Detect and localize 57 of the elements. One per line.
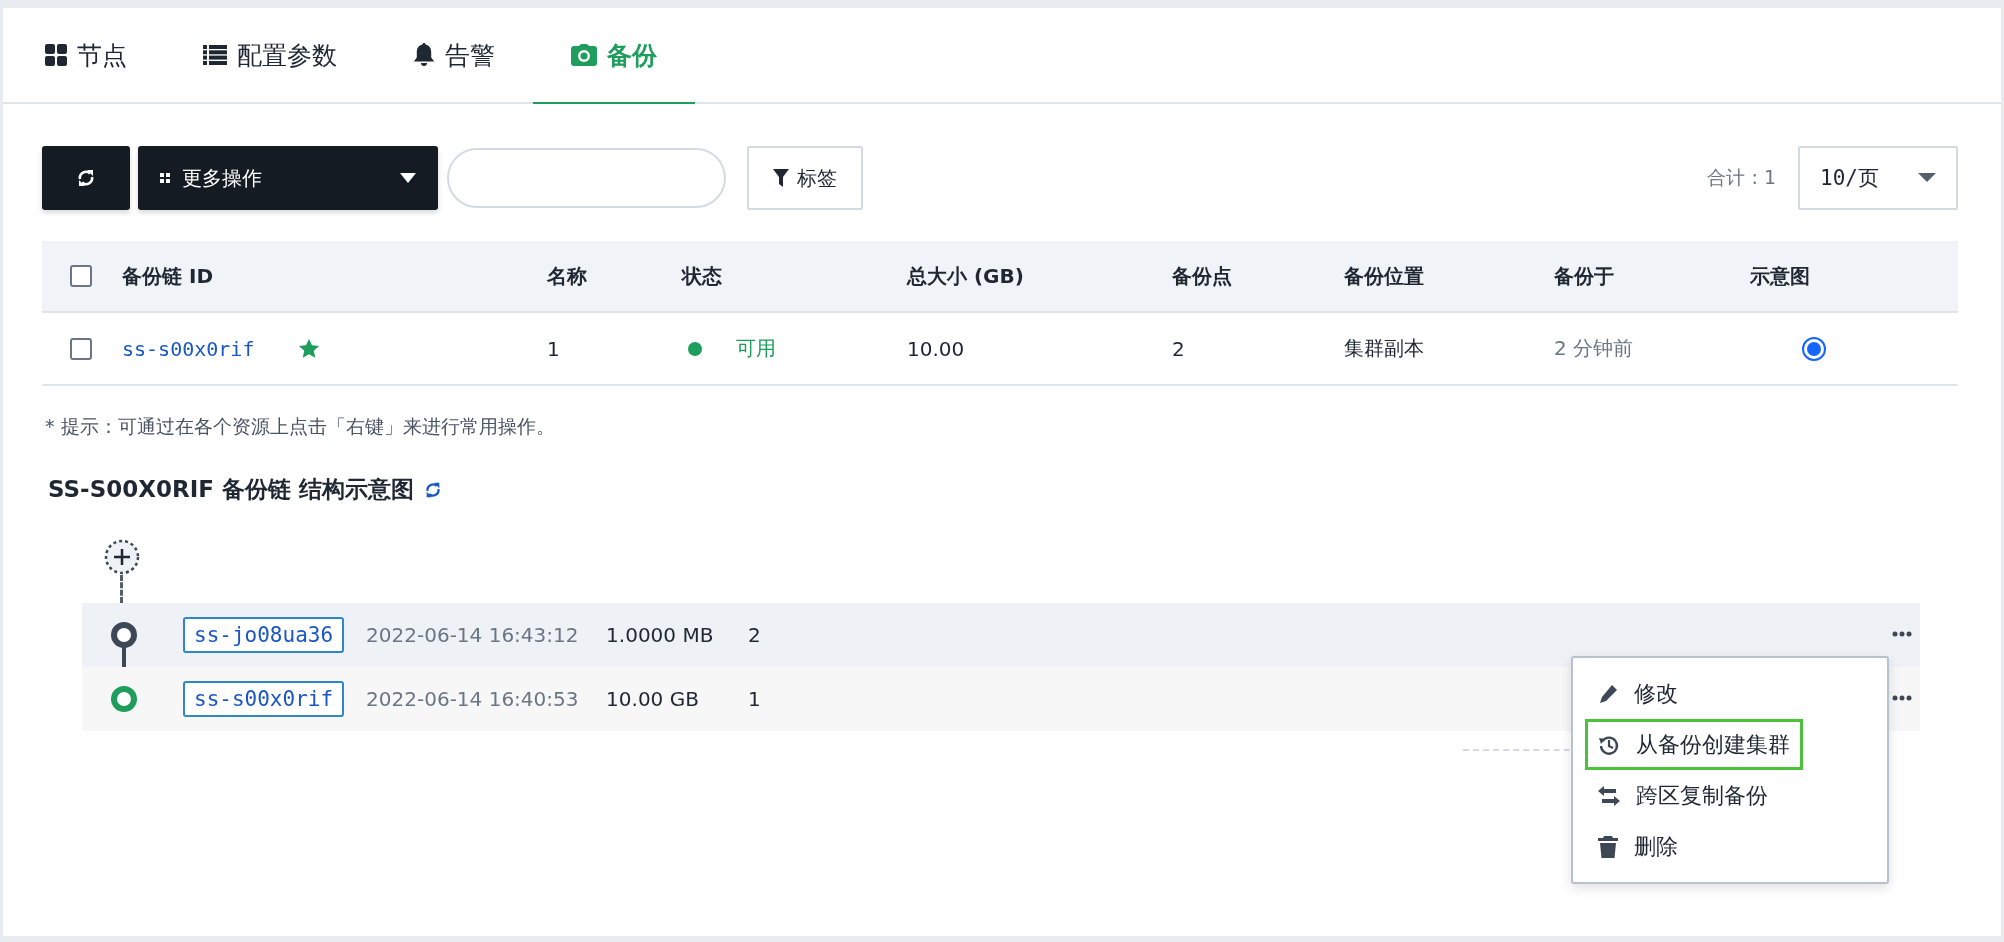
caret-icon (400, 173, 416, 183)
camera-icon (571, 44, 597, 66)
diagram-title: SS-S00X0RIF 备份链 结构示意图 (48, 475, 414, 504)
row-checkbox[interactable] (70, 337, 92, 360)
refresh-icon[interactable] (423, 480, 442, 499)
table-cell: 2 (1172, 336, 1185, 361)
menu-item[interactable]: 删除 (1585, 821, 1765, 872)
backup-size: 10.00 GB (606, 687, 700, 711)
swap-icon (1598, 785, 1620, 806)
backup-time: 2022-06-14 16:43:12 (366, 623, 580, 647)
dots-icon (160, 173, 170, 183)
search-field[interactable] (447, 148, 726, 208)
grid-icon (45, 44, 67, 66)
backup-chain-link[interactable]: ss-s00x0rif (122, 336, 255, 361)
column-header: 备份点 (1172, 263, 1232, 288)
menu-item[interactable]: 跨区复制备份 (1585, 770, 1781, 821)
column-header: 名称 (547, 263, 587, 288)
column-header: 状态 (682, 263, 722, 288)
backup-id-tag[interactable]: ss-jo08ua36 (183, 617, 345, 653)
tab[interactable]: 配置参数 (165, 8, 375, 104)
column-header: 示意图 (1750, 263, 1810, 288)
table-cell: 2 分钟前 (1554, 336, 1634, 360)
add-node-icon[interactable] (104, 539, 140, 575)
column-header: 备份位置 (1344, 263, 1424, 288)
backup-count: 1 (748, 687, 761, 711)
table-cell: 10.00 (907, 336, 965, 361)
more-icon[interactable] (1892, 631, 1912, 637)
select-all-checkbox[interactable] (70, 265, 92, 287)
column-header: 总大小 (GB) (907, 263, 1024, 288)
table-cell: 集群副本 (1344, 336, 1424, 360)
column-header: 备份链 ID (122, 263, 213, 288)
more-actions-button[interactable]: 更多操作 (138, 146, 438, 210)
tab[interactable]: 节点 (7, 8, 165, 104)
backup-id-tag[interactable]: ss-s00x0rif (183, 681, 345, 717)
refresh-icon (76, 168, 96, 188)
diagram-radio[interactable] (1802, 336, 1826, 361)
refresh-button[interactable] (42, 146, 130, 210)
caret-icon (1918, 173, 1936, 183)
list-icon (203, 45, 227, 65)
menu-item[interactable]: 从备份创建集群 (1585, 719, 1803, 770)
more-icon[interactable] (1892, 695, 1912, 701)
trash-icon (1598, 835, 1618, 858)
pencil-icon (1598, 683, 1618, 704)
menu-item[interactable]: 修改 (1585, 668, 1765, 719)
tag-filter-button[interactable]: 标签 (747, 146, 863, 210)
bell-icon (413, 43, 435, 67)
tab[interactable]: 告警 (375, 8, 533, 104)
hint-text: * 提示：可通过在各个资源上点击「右键」来进行常用操作。 (45, 414, 556, 439)
column-header: 备份于 (1554, 263, 1614, 288)
funnel-icon (773, 169, 789, 187)
backup-time: 2022-06-14 16:40:53 (366, 687, 580, 711)
status-text: 可用 (736, 335, 776, 362)
total-count: 合计 : 1 (1707, 165, 1776, 190)
table-cell: 1 (547, 336, 560, 361)
page-size-select[interactable]: 10/页 (1798, 146, 1958, 210)
backup-size: 1.0000 MB (606, 623, 715, 647)
backup-count: 2 (748, 623, 761, 647)
